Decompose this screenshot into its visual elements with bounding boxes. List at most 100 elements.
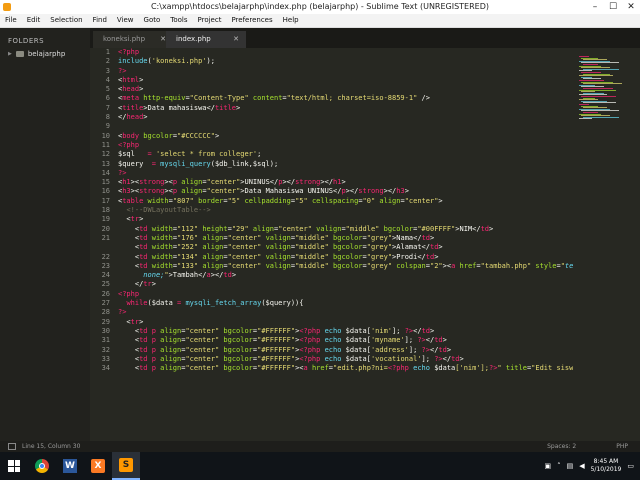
line-number: 4 bbox=[90, 76, 112, 85]
code-line: $query = mysqli_query($db_link,$sql); bbox=[118, 160, 573, 169]
sidebar-folder-belajarphp[interactable]: ▶ belajarphp bbox=[8, 50, 65, 58]
line-number: 19 bbox=[90, 215, 112, 224]
line-number: 17 bbox=[90, 197, 112, 206]
minimap-stroke bbox=[579, 118, 592, 119]
taskbar-xampp[interactable]: X bbox=[84, 452, 112, 480]
folders-header: FOLDERS bbox=[8, 37, 44, 45]
code-line: <td p align="center" bgcolor="#FFFFFF"><… bbox=[118, 364, 573, 373]
line-number: 23 bbox=[90, 262, 112, 271]
line-number: 15 bbox=[90, 178, 112, 187]
status-bar: Line 15, Column 30 Spaces: 2 PHP bbox=[0, 441, 640, 452]
system-tray: ▣ ˄ ▤ ◀ 8:45 AM 5/10/2019 ▭ bbox=[544, 452, 634, 480]
minimap[interactable] bbox=[575, 48, 640, 441]
word-icon: W bbox=[63, 459, 77, 473]
code-line: <title>Data mahasiswa</title> bbox=[118, 104, 573, 113]
line-number: 5 bbox=[90, 85, 112, 94]
code-line: while($data = mysqli_fetch_array($query)… bbox=[118, 299, 573, 308]
code-line: <td p align="center" bgcolor="#FFFFFF"><… bbox=[118, 327, 573, 336]
line-number: 31 bbox=[90, 336, 112, 345]
menu-tools[interactable]: Tools bbox=[165, 14, 192, 27]
code-line: <!--DWLayoutTable--> bbox=[118, 206, 573, 215]
taskbar-sublime[interactable]: S bbox=[112, 452, 140, 480]
tab-koneksi[interactable]: koneksi.php ✕ bbox=[93, 31, 173, 48]
minimize-icon[interactable]: – bbox=[586, 0, 604, 14]
line-number: 8 bbox=[90, 113, 112, 122]
code-line: <body bgcolor="#CCCCCC"> bbox=[118, 132, 573, 141]
panel-toggle-icon[interactable] bbox=[8, 443, 16, 450]
line-number: 27 bbox=[90, 299, 112, 308]
menu-goto[interactable]: Goto bbox=[139, 14, 166, 27]
line-number bbox=[90, 243, 112, 252]
tray-app-icon[interactable]: ▣ bbox=[544, 462, 551, 470]
chevron-up-icon[interactable]: ˄ bbox=[557, 462, 561, 470]
indentation-setting[interactable]: Spaces: 2 bbox=[547, 441, 576, 452]
network-icon[interactable]: ▤ bbox=[567, 462, 574, 470]
notification-icon[interactable]: ▭ bbox=[627, 462, 634, 470]
code-line: <?php bbox=[118, 48, 573, 57]
syntax-setting[interactable]: PHP bbox=[616, 441, 628, 452]
code-line: ?> bbox=[118, 169, 573, 178]
title-bar: C:\xampp\htdocs\belajarphp\index.php (be… bbox=[0, 0, 640, 14]
windows-icon bbox=[8, 460, 20, 472]
sublime-icon: S bbox=[119, 458, 133, 472]
code-line: <td width="133" align="center" valign="m… bbox=[118, 262, 573, 271]
start-button[interactable] bbox=[0, 452, 28, 480]
tab-label: koneksi.php bbox=[103, 35, 145, 43]
tab-index[interactable]: index.php ✕ bbox=[166, 31, 246, 48]
code-line: <h3><strong><p align="center">Data Mahas… bbox=[118, 187, 573, 196]
volume-icon[interactable]: ◀ bbox=[579, 462, 584, 470]
code-line: <head> bbox=[118, 85, 573, 94]
sidebar: FOLDERS ▶ belajarphp bbox=[0, 28, 90, 441]
menu-preferences[interactable]: Preferences bbox=[226, 14, 277, 27]
tab-label: index.php bbox=[176, 35, 211, 43]
chrome-icon bbox=[35, 459, 49, 473]
code-line: <td p align="center" bgcolor="#FFFFFF"><… bbox=[118, 346, 573, 355]
cursor-position: Line 15, Column 30 bbox=[22, 441, 80, 452]
code-line: <?php bbox=[118, 290, 573, 299]
close-icon[interactable]: ✕ bbox=[622, 0, 640, 14]
code-line: include('koneksi.php'); bbox=[118, 57, 573, 66]
line-number: 2 bbox=[90, 57, 112, 66]
menu-view[interactable]: View bbox=[112, 14, 139, 27]
code-line: <meta http-equiv="Content-Type" content=… bbox=[118, 94, 573, 103]
line-number: 32 bbox=[90, 346, 112, 355]
code-line: <tr> bbox=[118, 215, 573, 224]
code-line: ?> bbox=[118, 308, 573, 317]
menu-file[interactable]: File bbox=[0, 14, 22, 27]
code-line: <html> bbox=[118, 76, 573, 85]
menu-project[interactable]: Project bbox=[193, 14, 227, 27]
code-line: <td width="112" height="29" align="cente… bbox=[118, 225, 573, 234]
line-number-gutter: 1234567891011121314151617181920212223242… bbox=[90, 48, 112, 441]
menu-bar: File Edit Selection Find View Goto Tools… bbox=[0, 14, 640, 28]
clock-date: 5/10/2019 bbox=[591, 466, 622, 474]
menu-help[interactable]: Help bbox=[278, 14, 304, 27]
line-number: 20 bbox=[90, 225, 112, 234]
maximize-icon[interactable]: ☐ bbox=[604, 0, 622, 14]
tab-bar: koneksi.php ✕ index.php ✕ bbox=[90, 28, 640, 48]
menu-edit[interactable]: Edit bbox=[22, 14, 46, 27]
clock[interactable]: 8:45 AM 5/10/2019 bbox=[591, 458, 622, 474]
line-number: 10 bbox=[90, 132, 112, 141]
line-number: 22 bbox=[90, 253, 112, 262]
line-number: 1 bbox=[90, 48, 112, 57]
menu-find[interactable]: Find bbox=[88, 14, 112, 27]
line-number: 13 bbox=[90, 160, 112, 169]
close-tab-icon[interactable]: ✕ bbox=[233, 31, 239, 48]
menu-selection[interactable]: Selection bbox=[45, 14, 87, 27]
code-line: none;">Tambah</a></td> bbox=[118, 271, 573, 280]
taskbar-word[interactable]: W bbox=[56, 452, 84, 480]
code-line: <td width="252" align="center" valign="m… bbox=[118, 243, 573, 252]
line-number: 6 bbox=[90, 94, 112, 103]
code-line: <td p align="center" bgcolor="#FFFFFF"><… bbox=[118, 336, 573, 345]
code-line: <h1><strong><p align="center">UNINUS</p>… bbox=[118, 178, 573, 187]
clock-time: 8:45 AM bbox=[591, 458, 622, 466]
code-editor[interactable]: <?php include('koneksi.php'); ?> <html> … bbox=[118, 48, 573, 441]
line-number: 7 bbox=[90, 104, 112, 113]
line-number: 24 bbox=[90, 271, 112, 280]
taskbar-chrome[interactable] bbox=[28, 452, 56, 480]
taskbar: W X S ▣ ˄ ▤ ◀ 8:45 AM 5/10/2019 ▭ bbox=[0, 452, 640, 480]
line-number: 34 bbox=[90, 364, 112, 373]
xampp-icon: X bbox=[91, 459, 105, 473]
chevron-right-icon[interactable]: ▶ bbox=[8, 51, 12, 57]
code-line: <td width="176" align="center" valign="m… bbox=[118, 234, 573, 243]
